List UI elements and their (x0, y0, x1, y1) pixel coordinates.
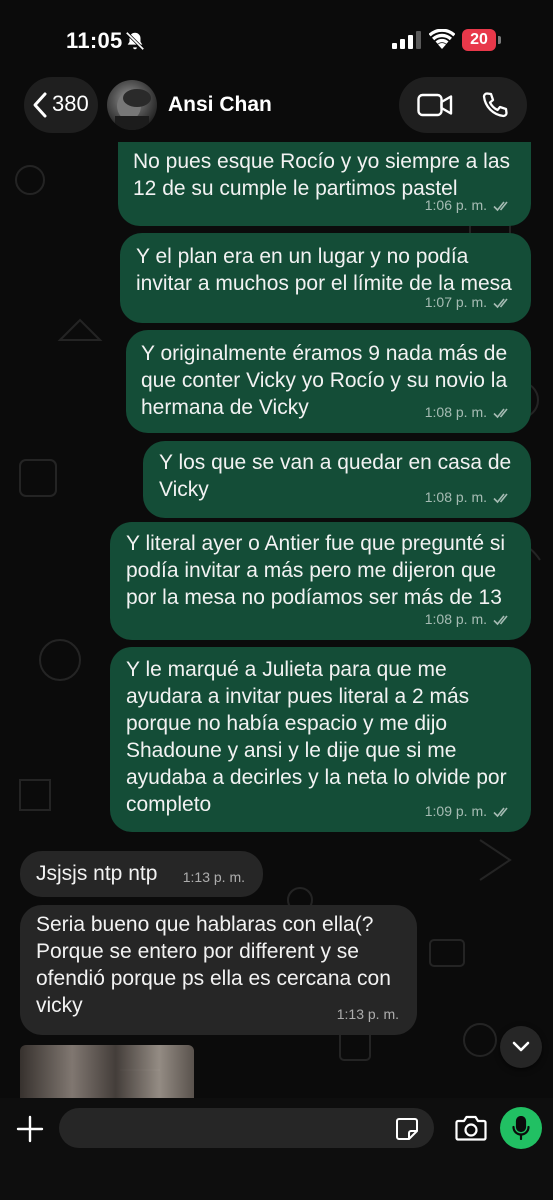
battery-icon: 20 (462, 29, 502, 51)
plus-icon[interactable] (16, 1115, 44, 1143)
read-checkmarks-icon (493, 297, 508, 308)
message-meta: 1:13 p. m. (337, 1001, 399, 1028)
message-meta: 1:09 p. m. (425, 798, 513, 825)
sticker-icon[interactable] (395, 1117, 419, 1141)
image-message-thumbnail[interactable] (20, 1045, 194, 1105)
voice-message-button[interactable] (500, 1107, 542, 1149)
phone-call-icon[interactable] (481, 91, 509, 119)
message-time: 1:08 p. m. (424, 489, 487, 505)
message-outgoing[interactable]: Y le marqué a Julieta para que me ayudar… (110, 647, 531, 832)
status-bar: 11:05 20 (0, 0, 553, 80)
scroll-to-bottom-button[interactable] (500, 1026, 542, 1068)
message-outgoing[interactable]: Y originalmente éramos 9 nada más de que… (126, 330, 531, 433)
message-meta: 1:08 p. m. (425, 606, 513, 633)
read-checkmarks-icon (493, 492, 508, 503)
message-time: 1:08 p. m. (424, 404, 487, 420)
signal-icon (392, 31, 421, 49)
unread-count: 380 (52, 91, 89, 116)
chevron-left-icon (33, 92, 47, 118)
message-time: 1:13 p. m. (182, 869, 245, 885)
message-text: Y le marqué a Julieta para que me ayudar… (126, 658, 507, 816)
wifi-icon (429, 29, 455, 49)
message-meta: 1:06 p. m. (425, 192, 513, 219)
chat-header: 380 Ansi Chan (0, 75, 553, 137)
battery-level: 20 (462, 29, 496, 51)
message-input[interactable] (59, 1108, 434, 1148)
call-actions (399, 77, 527, 133)
message-meta: 1:08 p. m. (425, 399, 513, 426)
read-checkmarks-icon (493, 407, 508, 418)
bell-slash-icon (125, 31, 145, 51)
back-button[interactable]: 380 (24, 77, 98, 133)
message-outgoing[interactable]: Y los que se van a quedar en casa de Vic… (143, 441, 531, 518)
message-incoming[interactable]: Jsjsjs ntp ntp 1:13 p. m. (20, 851, 263, 897)
read-checkmarks-icon (493, 200, 508, 211)
video-call-icon[interactable] (417, 93, 453, 117)
message-meta: 1:13 p. m. (183, 864, 245, 891)
message-time: 1:08 p. m. (424, 611, 487, 627)
read-checkmarks-icon (493, 614, 508, 625)
message-incoming[interactable]: Seria bueno que hablaras con ella(? Porq… (20, 905, 417, 1035)
message-time: 1:09 p. m. (424, 803, 487, 819)
avatar[interactable] (107, 80, 157, 130)
message-outgoing[interactable]: Y literal ayer o Antier fue que pregunté… (110, 522, 531, 640)
message-time: 1:13 p. m. (336, 1006, 399, 1022)
contact-name[interactable]: Ansi Chan (168, 93, 272, 117)
message-outgoing[interactable]: No pues esque Rocío y yo siempre a las 1… (118, 142, 531, 226)
message-outgoing[interactable]: Y el plan era en un lugar y no podía inv… (120, 233, 531, 323)
message-time: 1:06 p. m. (424, 197, 487, 213)
message-meta: 1:08 p. m. (425, 484, 513, 511)
camera-icon[interactable] (455, 1114, 487, 1142)
message-meta: 1:07 p. m. (425, 289, 513, 316)
message-time: 1:07 p. m. (424, 294, 487, 310)
chevron-down-icon (512, 1041, 530, 1052)
status-time: 11:05 (66, 28, 123, 53)
message-text: Y literal ayer o Antier fue que pregunté… (126, 532, 506, 609)
microphone-icon (512, 1116, 530, 1140)
read-checkmarks-icon (493, 806, 508, 817)
